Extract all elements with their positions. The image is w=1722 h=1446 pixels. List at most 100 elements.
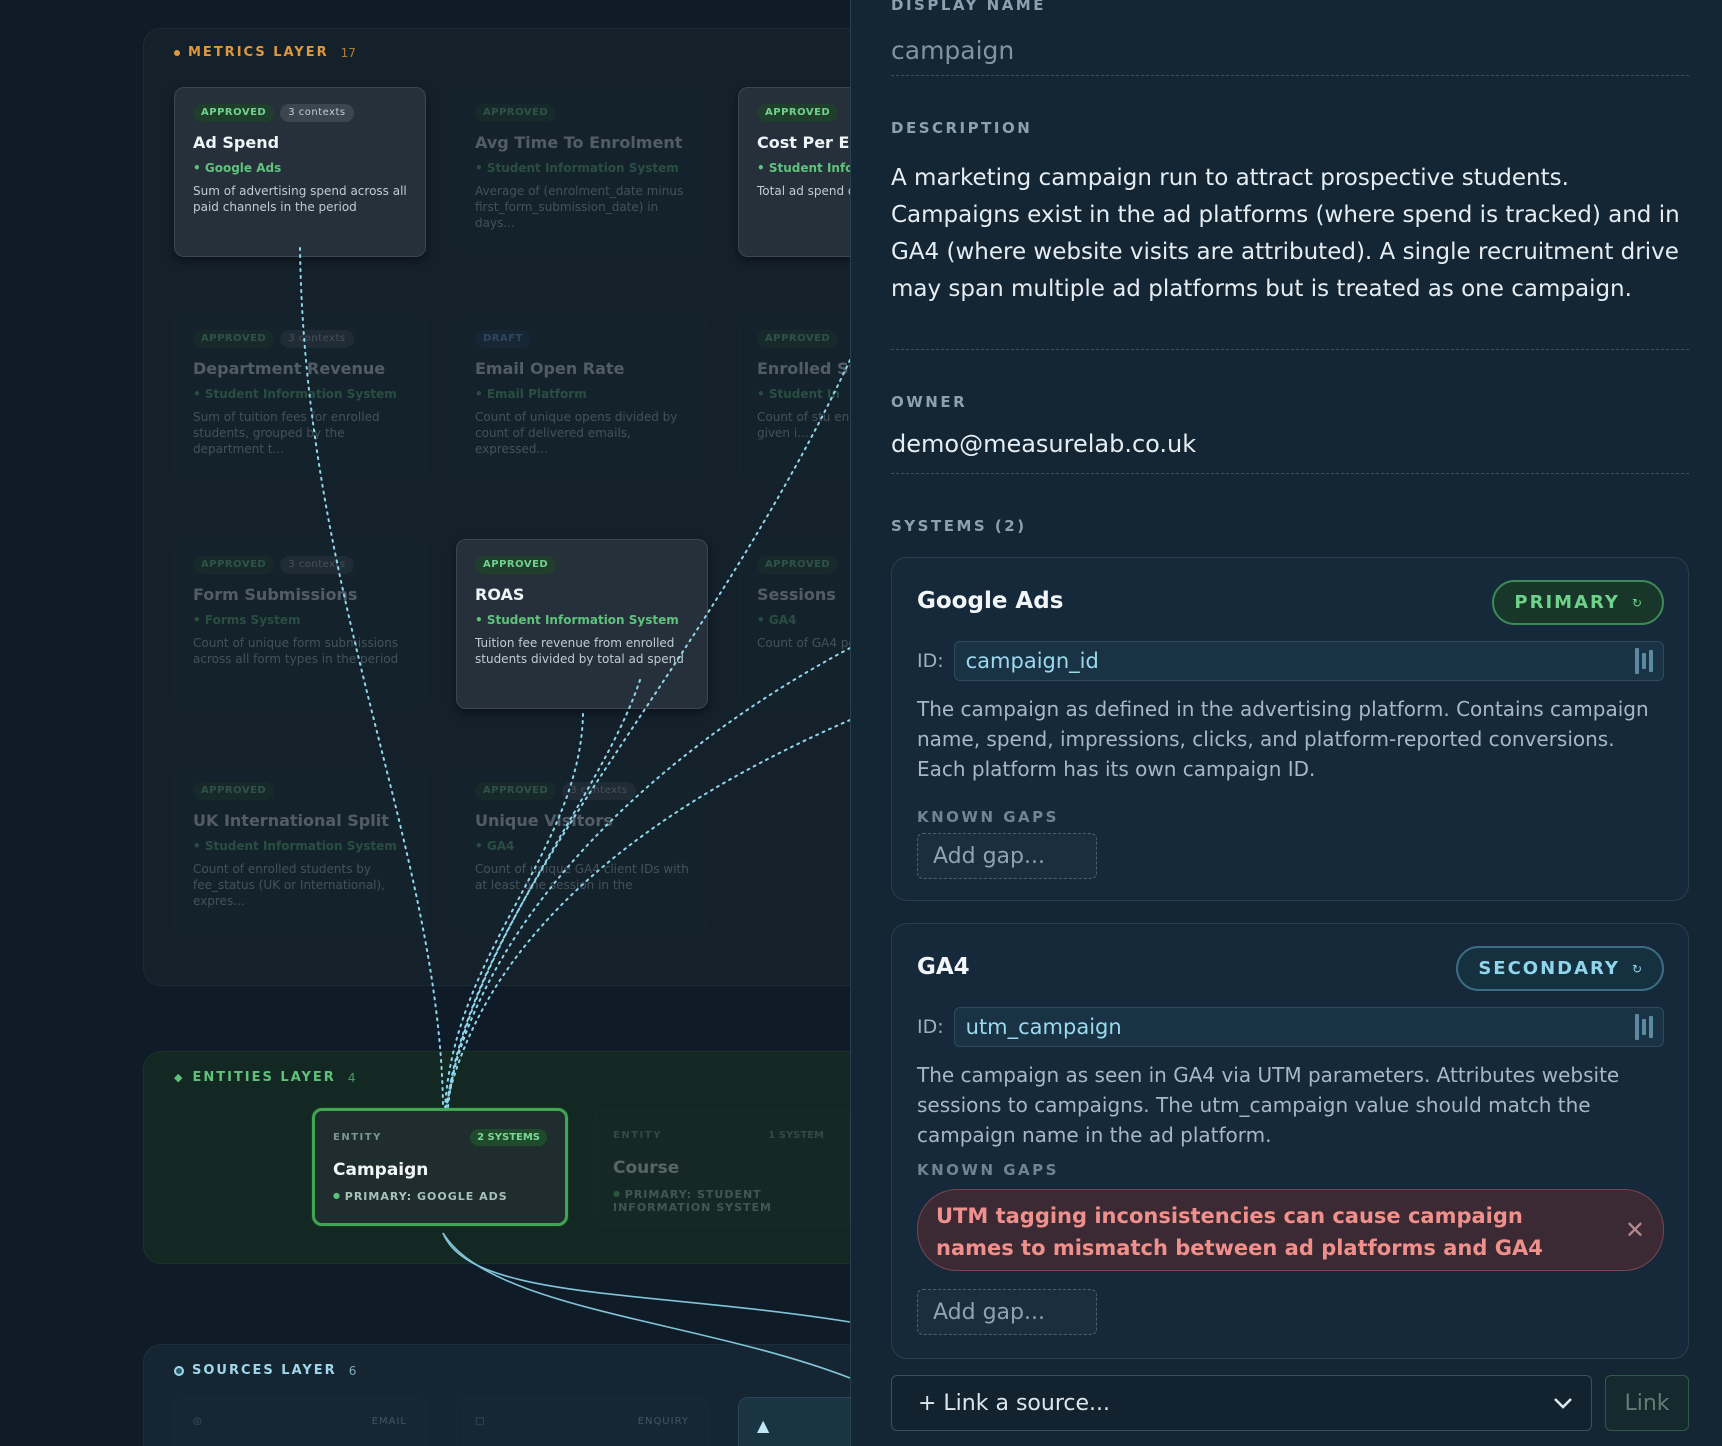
contexts-badge: 3 contexts — [280, 104, 354, 122]
metrics-layer-count: 17 — [340, 45, 356, 60]
metric-description: Count of enrolled students by fee_status… — [193, 862, 385, 908]
source-dot-icon — [174, 1365, 184, 1376]
id-label: ID: — [917, 1016, 944, 1038]
metric-card-roas[interactable]: APPROVED ROAS Student Information System… — [456, 539, 708, 709]
metric-card-email-open-rate[interactable]: DRAFT Email Open Rate Email Platform Cou… — [456, 313, 708, 483]
source-card-active[interactable]: ▲ — [738, 1397, 850, 1446]
key-icon — [1635, 648, 1653, 674]
entity-detail-panel: DISPLAY NAME campaign DESCRIPTION A mark… — [850, 0, 1722, 1446]
metric-system: Forms System — [193, 613, 407, 627]
display-name-field[interactable]: campaign — [891, 36, 1689, 76]
system-id-row: ID: utm_campaign — [917, 1007, 1664, 1047]
metric-description: Sum of tuition fees for enrolled student… — [193, 410, 380, 456]
metric-card-cost-per-enrolment[interactable]: APPROVED Cost Per En Student Info Total … — [738, 87, 850, 257]
metric-card-avg-time-to-enrolment[interactable]: APPROVED Avg Time To Enrolment Student I… — [456, 87, 708, 257]
metric-card-sessions[interactable]: APPROVED Sessions GA4 Count of GA4 perio… — [738, 539, 850, 709]
status-badge: APPROVED — [193, 330, 275, 348]
toggle-role-icon: ↻ — [1631, 595, 1642, 610]
owner-label: OWNER — [891, 393, 968, 411]
toggle-role-icon: ↻ — [1631, 961, 1642, 976]
metrics-layer-label: METRICS LAYER 17 — [174, 45, 356, 60]
contexts-badge: 3 contexts — [280, 556, 354, 574]
system-id-input[interactable]: utm_campaign — [953, 1007, 1664, 1047]
metric-description: Count of unique GA4 client IDs with at l… — [475, 862, 689, 892]
metric-system: Email Platform — [475, 387, 689, 401]
link-source-select[interactable]: + Link a source... — [891, 1375, 1592, 1431]
system-id-input[interactable]: campaign_id — [953, 641, 1664, 681]
metric-name: Unique Visitors — [475, 811, 613, 830]
metric-system: Student Information System — [193, 387, 407, 401]
remove-gap-close-icon[interactable]: ✕ — [1625, 1214, 1645, 1246]
entities-layer: ◆ ENTITIES LAYER 4 ENTITY 2 SYSTEMS Campa… — [143, 1051, 850, 1264]
metric-card-unique-visitors[interactable]: APPROVED 3 contexts Unique Visitors GA4 C… — [456, 765, 708, 935]
status-badge: DRAFT — [475, 330, 531, 348]
entities-layer-label: ◆ ENTITIES LAYER 4 — [174, 1070, 356, 1085]
source-tag: EMAIL — [371, 1416, 407, 1427]
known-gaps-label: KNOWN GAPS — [917, 808, 1059, 826]
status-badge: APPROVED — [757, 104, 839, 122]
entity-tag: ENTITY — [613, 1130, 662, 1141]
secondary-role-toggle[interactable]: SECONDARY ↻ — [1456, 946, 1664, 991]
entity-primary: PRIMARY: GOOGLE ADS — [333, 1190, 547, 1203]
entities-layer-count: 4 — [347, 1070, 356, 1085]
lineage-canvas[interactable]: METRICS LAYER 17 APPROVED 3 contexts Ad S… — [0, 0, 850, 1446]
system-name: GA4 — [917, 954, 970, 980]
system-card-ga4: GA4 SECONDARY ↻ ID: utm_campaign The cam… — [891, 923, 1689, 1359]
status-badge: APPROVED — [475, 782, 557, 800]
metric-card-uk-international-split[interactable]: APPROVED UK International Split Student … — [174, 765, 426, 935]
description-label: DESCRIPTION — [891, 119, 1033, 137]
status-badge: APPROVED — [757, 330, 839, 348]
description-field[interactable]: A marketing campaign run to attract pros… — [891, 160, 1689, 350]
metric-name: Cost Per En — [757, 133, 850, 152]
entity-card-course[interactable]: ENTITY 1 SYSTEM Course PRIMARY: STUDENT I… — [594, 1108, 850, 1226]
metric-description: Count of unique opens divided by count o… — [475, 410, 678, 456]
system-description: The campaign as defined in the advertisi… — [917, 697, 1649, 781]
known-gap-chip: UTM tagging inconsistencies can cause ca… — [917, 1189, 1664, 1271]
id-label: ID: — [917, 650, 944, 672]
metric-card-department-revenue[interactable]: APPROVED 3 contexts Department Revenue St… — [174, 313, 426, 483]
metric-system: Google Ads — [193, 161, 407, 175]
metric-description: Sum of advertising spend across all paid… — [193, 184, 407, 214]
source-card-enquiry[interactable]: □ ENQUIRY — [456, 1397, 708, 1446]
status-badge: APPROVED — [193, 782, 275, 800]
metric-card-form-submissions[interactable]: APPROVED 3 contexts Form Submissions Form… — [174, 539, 426, 709]
metric-system: Student Information System — [475, 161, 689, 175]
metric-description: Total ad spend of enrolled stu — [757, 184, 850, 198]
add-gap-input[interactable]: Add gap... — [917, 1289, 1097, 1335]
metric-name: Enrolled Stu — [757, 359, 850, 378]
source-card-email[interactable]: ◎ EMAIL — [174, 1397, 426, 1446]
metric-card-enrolled-students[interactable]: APPROVED Enrolled Stu Student In Count o… — [738, 313, 850, 483]
add-gap-input[interactable]: Add gap... — [917, 833, 1097, 879]
display-name-label: DISPLAY NAME — [891, 0, 1046, 14]
contexts-badge: 3 contexts — [280, 330, 354, 348]
metric-name: Avg Time To Enrolment — [475, 133, 683, 152]
metric-system: Student Information System — [193, 839, 407, 853]
metric-name: ROAS — [475, 585, 525, 604]
owner-field[interactable]: demo@measurelab.co.uk — [891, 430, 1689, 474]
form-icon: □ — [475, 1416, 486, 1427]
metric-description: Count of GA4 period — [757, 636, 850, 650]
status-badge: APPROVED — [193, 556, 275, 574]
systems-badge: 1 SYSTEM — [768, 1130, 824, 1141]
system-id-row: ID: campaign_id — [917, 641, 1664, 681]
metric-name: Form Submissions — [193, 585, 358, 604]
known-gaps-label: KNOWN GAPS — [917, 1161, 1059, 1179]
contexts-badge: 3 contexts — [562, 782, 636, 800]
metric-card-ad-spend[interactable]: APPROVED 3 contexts Ad Spend Google Ads S… — [174, 87, 426, 257]
entity-name: Campaign — [333, 1160, 429, 1180]
metric-name: UK International Split — [193, 811, 389, 830]
link-button[interactable]: Link — [1605, 1375, 1689, 1431]
system-name: Google Ads — [917, 588, 1064, 614]
primary-role-toggle[interactable]: PRIMARY ↻ — [1492, 580, 1664, 625]
entity-name: Course — [613, 1158, 680, 1178]
metrics-layer: METRICS LAYER 17 APPROVED 3 contexts Ad S… — [143, 28, 850, 986]
metrics-layer-dot-icon — [174, 49, 180, 56]
systems-badge: 2 SYSTEMS — [470, 1129, 547, 1146]
triangle-icon: ▲ — [757, 1416, 771, 1435]
metric-description: Count of unique form submissions across … — [193, 636, 399, 666]
entity-card-campaign[interactable]: ENTITY 2 SYSTEMS Campaign PRIMARY: GOOGLE… — [312, 1108, 568, 1226]
system-card-google-ads: Google Ads PRIMARY ↻ ID: campaign_id The… — [891, 557, 1689, 901]
metric-system: Student In — [757, 387, 850, 401]
metric-description: Tuition fee revenue from enrolled studen… — [475, 636, 684, 666]
app-root: METRICS LAYER 17 APPROVED 3 contexts Ad S… — [0, 0, 1722, 1446]
